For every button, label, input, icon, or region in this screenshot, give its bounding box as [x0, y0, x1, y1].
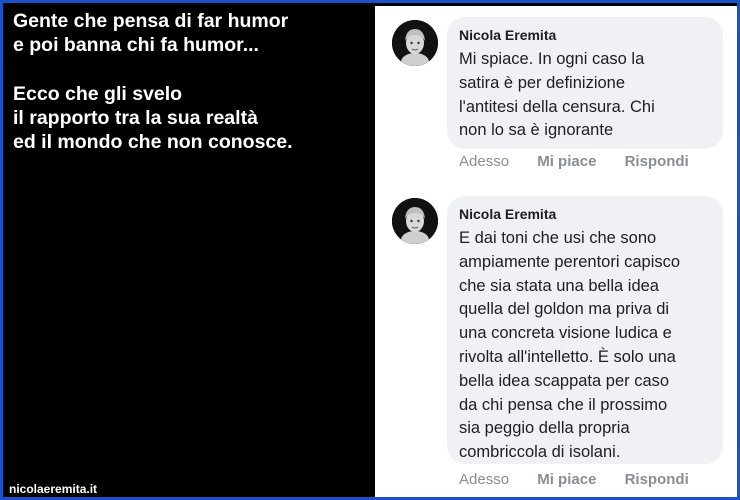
caption-text: Gente che pensa di far humor e poi banna…: [13, 10, 293, 154]
comment-timestamp[interactable]: Adesso: [459, 471, 509, 488]
comment-text: E dai toni che usi che sono ampiamente p…: [459, 229, 681, 462]
reply-button[interactable]: Rispondi: [625, 153, 689, 170]
caption-panel: Gente che pensa di far humor e poi banna…: [6, 6, 375, 497]
like-button[interactable]: Mi piace: [537, 153, 596, 170]
site-watermark: nicolaeremita.it: [9, 482, 98, 496]
comment-timestamp[interactable]: Adesso: [459, 153, 509, 170]
avatar-icon[interactable]: [392, 20, 438, 66]
comment-actions: Adesso Mi piace Rispondi: [459, 153, 713, 170]
avatar-icon[interactable]: [392, 198, 438, 244]
reply-button[interactable]: Rispondi: [625, 471, 689, 488]
like-button[interactable]: Mi piace: [537, 471, 596, 488]
comment-author[interactable]: Nicola Eremita: [459, 205, 711, 223]
comment-bubble: Nicola Eremita E dai toni che usi che so…: [447, 196, 723, 464]
comment-author[interactable]: Nicola Eremita: [459, 26, 711, 44]
comment-text: Mi spiace. In ogni caso la satira è per …: [459, 50, 655, 140]
meme-frame: Gente che pensa di far humor e poi banna…: [0, 0, 740, 500]
comment-bubble: Nicola Eremita Mi spiace. In ogni caso l…: [447, 17, 723, 149]
facebook-comments-panel: Nicola Eremita Mi spiace. In ogni caso l…: [375, 6, 737, 497]
comment-actions: Adesso Mi piace Rispondi: [459, 471, 713, 488]
